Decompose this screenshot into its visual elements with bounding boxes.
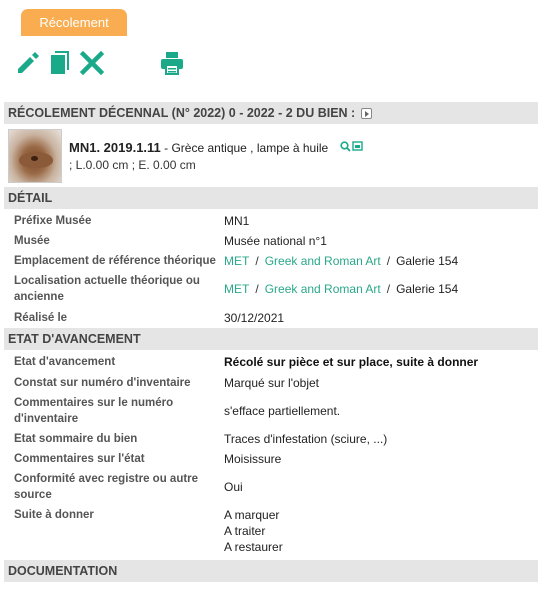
item-description: - Grèce antique , lampe à huile [164,141,329,155]
printer-icon [161,52,183,75]
follow-up-item: A restaurer [224,540,283,554]
field-value: Récolé sur pièce et sur place, suite à d… [224,355,479,369]
detail-section-header: DÉTAIL [4,187,538,209]
detail-title: DÉTAIL [8,191,53,205]
arrow-right-icon[interactable] [361,107,373,119]
field-label: Commentaires sur l'état [14,453,145,465]
field-label: Etat d'avancement [14,356,116,368]
field-label: Etat sommaire du bien [14,433,138,445]
inventory-number[interactable]: MN1. 2019.1.11 [69,140,161,155]
field-value: 30/12/2021 [224,311,285,325]
item-summary: MN1. 2019.1.11 - Grèce antique , lampe à… [8,128,538,186]
location-gallery: Galerie 154 [396,254,459,268]
field-value: Musée national n°1 [224,234,327,248]
toolbar [14,49,214,77]
field-value: A marquer A traiter A restaurer [224,507,283,555]
path-separator: / [386,254,391,268]
field-label: Suite à donner [14,509,94,521]
print-button[interactable] [158,49,186,77]
path-separator: / [386,282,391,296]
field-label: Préfixe Musée [14,215,92,227]
field-label: Réalisé le [14,312,68,324]
close-icon [80,51,104,75]
field-value: Oui [224,480,243,494]
duplicate-button[interactable] [46,49,74,77]
follow-up-item: A marquer [224,508,280,522]
field-value: Moisissure [224,452,282,466]
page-title: RÉCOLEMENT DÉCENNAL (N° 2022) 0 - 2022 -… [8,106,356,120]
field-label: Emplacement de référence théorique [14,255,216,267]
pencil-icon [18,52,39,73]
delete-button[interactable] [78,49,106,77]
path-separator: / [255,254,259,268]
location-link-met[interactable]: MET [224,254,249,268]
progress-title: ETAT D'AVANCEMENT [8,332,141,346]
copy-icon [51,51,69,74]
field-value: MET / Greek and Roman Art / Galerie 154 [224,253,458,269]
progress-section-header: ETAT D'AVANCEMENT [4,328,538,350]
search-preview-icon[interactable] [339,141,364,156]
follow-up-item: A traiter [224,524,266,538]
edit-button[interactable] [14,49,42,77]
field-value: Marqué sur l'objet [224,376,320,390]
recolement-header: RÉCOLEMENT DÉCENNAL (N° 2022) 0 - 2022 -… [4,102,538,124]
documentation-title: DOCUMENTATION [8,564,118,578]
field-label: Musée [14,235,50,247]
field-value: s'efface partiellement. [224,404,341,418]
field-value: MN1 [224,214,250,228]
location-link-department[interactable]: Greek and Roman Art [265,254,381,268]
location-gallery: Galerie 154 [396,282,459,296]
tab-recolement[interactable]: Récolement [21,9,127,36]
field-value: Traces d'infestation (sciure, ...) [224,432,388,446]
field-label: Commentaires sur le numéro d'inventaire [14,397,174,425]
path-separator: / [255,282,259,296]
item-thumbnail[interactable] [8,129,62,183]
field-label: Localisation actuelle théorique ou ancie… [14,275,200,303]
field-label: Constat sur numéro d'inventaire [14,377,191,389]
field-label: Conformité avec registre ou autre source [14,473,199,501]
location-link-department[interactable]: Greek and Roman Art [265,282,381,296]
documentation-section-header: DOCUMENTATION [4,560,538,582]
field-value: MET / Greek and Roman Art / Galerie 154 [224,281,458,297]
item-dimensions: ; L.0.00 cm ; E. 0.00 cm [69,158,196,172]
item-title-line: MN1. 2019.1.11 - Grèce antique , lampe à… [69,140,364,156]
location-link-met[interactable]: MET [224,282,249,296]
